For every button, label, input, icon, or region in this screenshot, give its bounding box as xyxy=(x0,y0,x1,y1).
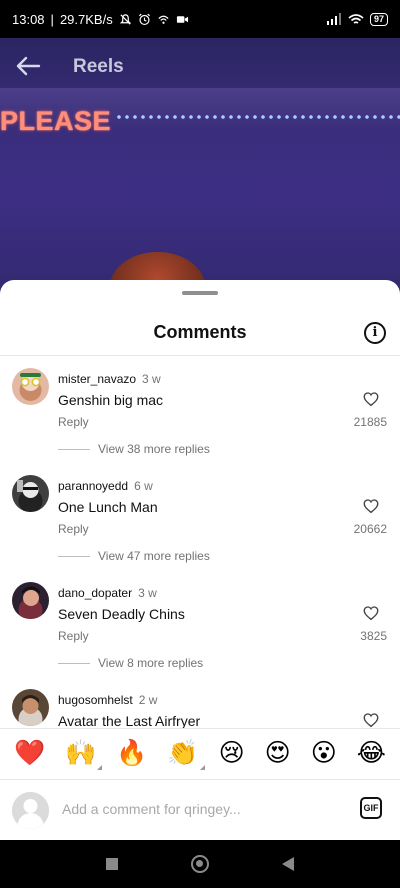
comment-item: mister_navazo 3 w Genshin big mac Reply V… xyxy=(0,368,400,475)
comment-age: 6 w xyxy=(134,479,153,493)
comments-sheet: Comments i mister_navazo 3 w Genshin big … xyxy=(0,280,400,840)
avatar[interactable] xyxy=(12,368,49,405)
wifi-icon xyxy=(348,13,364,24)
comment-item: hugosomhelst 2 w Avatar the Last Airfryer xyxy=(0,689,400,728)
reply-button[interactable]: Reply xyxy=(58,629,89,643)
sheet-drag-handle[interactable] xyxy=(182,291,218,295)
status-left: 13:08 | 29.7KB/s xyxy=(12,12,189,27)
alarm-icon xyxy=(138,13,150,25)
video-record-icon xyxy=(176,15,188,23)
user-avatar xyxy=(12,792,49,829)
gif-button[interactable]: GIF xyxy=(360,797,382,819)
comment-text: Avatar the Last Airfryer xyxy=(58,713,201,728)
comment-username[interactable]: dano_dopater xyxy=(58,586,132,600)
comment-meta: hugosomhelst 2 w xyxy=(58,693,157,707)
status-divider: | xyxy=(50,11,54,27)
comment-input-bar: GIF xyxy=(0,779,400,840)
signal-icon xyxy=(326,13,341,25)
comment-username[interactable]: mister_navazo xyxy=(58,372,136,386)
crying-face-emoji[interactable]: 😢 xyxy=(219,741,245,766)
skin-tone-indicator-icon xyxy=(199,765,205,770)
hotspot-icon xyxy=(158,15,169,24)
raising-hands-emoji[interactable]: 🙌 xyxy=(65,739,103,770)
comment-username[interactable]: parannoyedd xyxy=(58,479,128,493)
heart-outline-icon[interactable] xyxy=(362,390,380,408)
sheet-header: Comments i xyxy=(0,310,400,356)
system-nav-bar xyxy=(0,840,400,888)
heart-outline-icon[interactable] xyxy=(362,604,380,622)
comments-list[interactable]: mister_navazo 3 w Genshin big mac Reply V… xyxy=(0,368,400,728)
skin-tone-indicator-icon xyxy=(97,765,103,770)
like-count: 21885 xyxy=(353,415,387,429)
comment-age: 3 w xyxy=(142,372,161,386)
comment-item: dano_dopater 3 w Seven Deadly Chins Reply… xyxy=(0,582,400,689)
comment-meta: dano_dopater 3 w xyxy=(58,586,157,600)
avatar[interactable] xyxy=(12,582,49,619)
avatar[interactable] xyxy=(12,475,49,512)
view-replies-button[interactable]: View 8 more replies xyxy=(58,656,203,670)
status-time: 13:08 xyxy=(12,11,45,27)
comment-age: 2 w xyxy=(138,693,158,707)
comment-meta: mister_navazo 3 w xyxy=(58,372,161,386)
avatar[interactable] xyxy=(12,689,49,726)
status-right: 97 xyxy=(326,12,388,26)
comment-text: Genshin big mac xyxy=(58,392,164,408)
video-string-lights xyxy=(115,114,400,120)
comment-text: One Lunch Man xyxy=(58,499,158,515)
like-count: 3825 xyxy=(360,629,387,643)
info-icon[interactable]: i xyxy=(364,322,386,344)
fire-emoji[interactable]: 🔥 xyxy=(116,741,147,766)
replies-divider xyxy=(58,555,90,557)
battery-indicator: 97 xyxy=(369,12,388,26)
reply-button[interactable]: Reply xyxy=(58,415,89,429)
view-replies-label: View 8 more replies xyxy=(98,656,204,670)
comment-item: parannoyedd 6 w One Lunch Man Reply View … xyxy=(0,475,400,582)
comment-username[interactable]: hugosomhelst xyxy=(58,693,133,707)
view-replies-button[interactable]: View 38 more replies xyxy=(58,442,210,456)
reels-topbar: Reels xyxy=(0,38,400,96)
replies-divider xyxy=(58,662,90,664)
reply-button[interactable]: Reply xyxy=(58,522,89,536)
raising-hands-glyph: 🙌 xyxy=(65,739,97,767)
reels-title: Reels xyxy=(73,56,124,77)
clapping-hands-glyph: 👏 xyxy=(167,739,199,767)
tears-of-joy-emoji[interactable]: 😂 xyxy=(357,741,386,766)
heart-eyes-emoji[interactable]: 😍 xyxy=(265,741,291,766)
mute-bell-icon xyxy=(119,13,131,25)
replies-divider xyxy=(58,448,90,450)
comment-meta: parannoyedd 6 w xyxy=(58,479,153,493)
heart-outline-icon[interactable] xyxy=(362,711,380,728)
sheet-title: Comments xyxy=(153,322,247,342)
home-icon[interactable] xyxy=(190,855,209,873)
video-neon-sign: PLEASE xyxy=(0,106,112,136)
like-count: 20662 xyxy=(353,522,387,536)
quick-reactions-bar: ❤️ 🙌 🔥 👏 😢 😍 😮 😂 xyxy=(0,728,400,778)
clapping-hands-emoji[interactable]: 👏 xyxy=(167,739,205,770)
back-arrow-icon[interactable] xyxy=(15,53,45,81)
red-heart-emoji[interactable]: ❤️ xyxy=(14,741,45,766)
back-triangle-icon[interactable] xyxy=(281,857,294,871)
surprised-face-emoji[interactable]: 😮 xyxy=(311,741,337,766)
comment-age: 3 w xyxy=(138,586,157,600)
heart-outline-icon[interactable] xyxy=(362,497,380,515)
view-replies-label: View 38 more replies xyxy=(98,442,210,456)
status-speed: 29.7KB/s xyxy=(59,11,113,27)
view-replies-button[interactable]: View 47 more replies xyxy=(58,549,210,563)
recents-icon[interactable] xyxy=(106,858,119,870)
view-replies-label: View 47 more replies xyxy=(98,549,210,563)
status-bar: 13:08 | 29.7KB/s 97 xyxy=(0,0,400,38)
comment-text: Seven Deadly Chins xyxy=(58,606,185,622)
comment-input[interactable] xyxy=(62,798,332,820)
